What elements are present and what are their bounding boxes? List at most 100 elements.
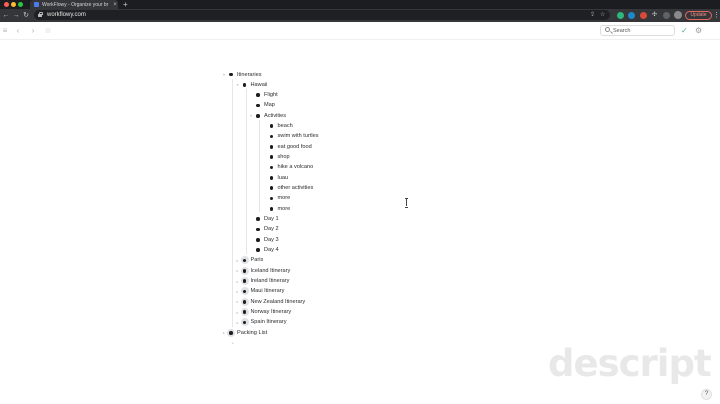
expand-caret-icon[interactable]: ▸ (235, 279, 241, 284)
outline-item-label[interactable]: eat good food (278, 144, 312, 150)
bullet-icon[interactable] (254, 112, 262, 120)
outline-item-label[interactable]: Iceland Itinerary (251, 268, 291, 274)
outline-item[interactable]: more (262, 194, 291, 203)
bullet-icon[interactable] (254, 91, 262, 99)
ibeam-cursor-icon (405, 198, 408, 208)
outline-item-label[interactable]: shop (278, 154, 290, 160)
outline-item[interactable]: luau (262, 173, 289, 182)
bullet-icon[interactable] (240, 297, 249, 306)
bullet-icon[interactable] (240, 308, 249, 317)
outline-item-label[interactable]: Packing List (237, 330, 267, 336)
bullet-icon[interactable] (240, 277, 249, 286)
new-item-bullet[interactable]: • (232, 341, 234, 347)
outline-item-label[interactable]: swim with turtles (278, 133, 319, 139)
bullet-icon[interactable] (268, 163, 276, 171)
outline-item-label[interactable]: New Zealand Itinerary (251, 299, 306, 305)
bullet-dot (242, 258, 247, 263)
expand-caret-icon[interactable]: ▸ (235, 289, 241, 294)
expand-caret-icon[interactable]: ▸ (235, 310, 241, 315)
outline-item-label[interactable]: beach (278, 123, 293, 129)
outline-item[interactable]: ▸ Packing List (221, 328, 267, 337)
bullet-dot (269, 196, 274, 201)
outline-item[interactable]: ▸ Norway Itinerary (235, 308, 292, 317)
bullet-icon[interactable] (268, 174, 276, 182)
outline-item[interactable]: Day 2 (248, 225, 279, 234)
bullet-icon[interactable] (254, 215, 262, 223)
expand-caret-icon[interactable]: ▸ (235, 299, 241, 304)
outline-item-label[interactable]: Hawaii (251, 82, 268, 88)
outline-item[interactable]: ▸ Iceland Itinerary (235, 266, 291, 275)
outline-item-label[interactable]: Paris (251, 257, 264, 263)
outline-item-label[interactable]: luau (278, 175, 289, 181)
bullet-dot (269, 124, 274, 128)
bullet-icon[interactable] (254, 101, 262, 109)
bullet-icon[interactable] (268, 143, 276, 151)
outline-item-label[interactable]: Day 1 (264, 216, 279, 222)
outline-item-label[interactable]: more (278, 195, 291, 201)
outline-item-label[interactable]: Flight (264, 92, 278, 98)
bullet-icon[interactable] (268, 205, 276, 213)
outline-item[interactable]: swim with turtles (262, 132, 319, 141)
bullet-icon[interactable] (268, 194, 276, 202)
expand-caret-icon[interactable]: ▸ (235, 258, 241, 263)
outline-item[interactable]: ▸ New Zealand Itinerary (235, 297, 306, 306)
bullet-icon[interactable] (268, 184, 276, 192)
help-button[interactable]: ? (701, 389, 712, 400)
outline-item[interactable]: ▸ Paris (235, 256, 264, 265)
outline-item[interactable]: Day 1 (248, 215, 279, 224)
bullet-icon[interactable] (268, 153, 276, 161)
outline-item-label[interactable]: Day 2 (264, 226, 279, 232)
bullet-dot (256, 238, 260, 242)
bullet-icon[interactable] (254, 246, 262, 254)
outline-item-label[interactable]: Activities (264, 113, 286, 119)
outline-item[interactable]: ▾ Itineraries (221, 70, 262, 79)
outline-item-label[interactable]: other activities (278, 185, 314, 191)
outline-item-label[interactable]: Ireland Itinerary (251, 278, 290, 284)
outline-item-label[interactable]: Spain Itinerary (251, 319, 287, 325)
bullet-icon[interactable] (240, 266, 249, 275)
bullet-icon[interactable] (254, 225, 262, 233)
bullet-icon[interactable] (268, 122, 276, 130)
outline-item-label[interactable]: Day 3 (264, 237, 279, 243)
outline-item[interactable]: beach (262, 122, 293, 131)
outline-item-label[interactable]: Itineraries (237, 72, 262, 78)
bullet-dot (269, 176, 274, 180)
outline-item-label[interactable]: Map (264, 102, 275, 108)
outline-item[interactable]: ▸ Ireland Itinerary (235, 277, 290, 286)
outline-item[interactable]: shop (262, 153, 290, 162)
outline-item[interactable]: Day 3 (248, 235, 279, 244)
outline-item[interactable]: Flight (248, 91, 278, 100)
bullet-icon[interactable] (254, 236, 262, 244)
outline-item-label[interactable]: Norway Itinerary (251, 309, 292, 315)
outline-item[interactable]: ▾ Hawaii (235, 80, 268, 89)
bullet-icon[interactable] (240, 318, 249, 327)
outline-item-label[interactable]: Maui Itinerary (251, 288, 285, 294)
outline-item-label[interactable]: more (278, 206, 291, 212)
outline-item-label[interactable]: Day 4 (264, 247, 279, 253)
collapse-caret-icon[interactable]: ▾ (235, 82, 241, 87)
descript-watermark: descript (548, 342, 712, 385)
outline-item[interactable]: other activities (262, 184, 314, 193)
outline-item[interactable]: ▾ Activities (248, 111, 286, 120)
bullet-dot (242, 300, 247, 304)
outline-item[interactable]: hike a volcano (262, 163, 314, 172)
bullet-icon[interactable] (227, 328, 235, 337)
outline-item-label[interactable]: hike a volcano (278, 164, 314, 170)
outline-item[interactable]: eat good food (262, 142, 312, 151)
expand-caret-icon[interactable]: ▸ (235, 268, 241, 273)
bullet-dot (242, 289, 247, 294)
bullet-icon[interactable] (240, 256, 249, 265)
outline-item[interactable]: Day 4 (248, 246, 279, 255)
outline-item[interactable]: ▸ Maui Itinerary (235, 287, 285, 296)
outline-item[interactable]: more (262, 204, 291, 213)
bullet-dot (256, 114, 260, 118)
bullet-icon[interactable] (268, 132, 276, 140)
outline-item[interactable]: ▸ Spain Itinerary (235, 318, 287, 327)
expand-caret-icon[interactable]: ▸ (235, 320, 241, 325)
bullet-icon[interactable] (240, 287, 249, 296)
bullet-dot (269, 165, 274, 170)
bullet-icon[interactable] (227, 71, 235, 79)
bullet-icon[interactable] (241, 81, 249, 89)
bullet-dot (269, 145, 274, 149)
outline-item[interactable]: Map (248, 101, 275, 110)
